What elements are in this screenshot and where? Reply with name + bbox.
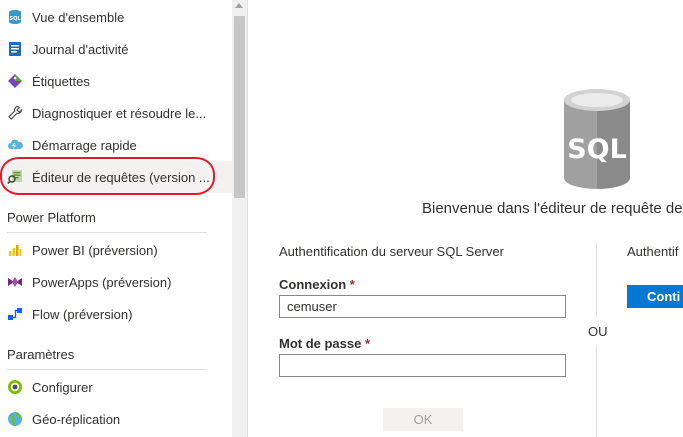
globe-icon [7, 411, 23, 427]
wrench-icon [7, 105, 23, 121]
required-marker: * [364, 336, 371, 351]
resource-menu: SQL Vue d'ensemble Journal d'activité Ét… [0, 0, 232, 437]
nav-item-label: Diagnostiquer et résoudre le... [32, 105, 207, 121]
sql-auth-title: Authentification du serveur SQL Server [279, 244, 504, 259]
section-title-settings: Paramètres [7, 347, 75, 362]
nav-scrollbar[interactable] [232, 0, 247, 437]
nav-item-tags[interactable]: Étiquettes [0, 65, 232, 97]
nav-item-activity-log[interactable]: Journal d'activité [0, 33, 232, 65]
password-input[interactable] [279, 354, 566, 377]
scroll-up-arrow-icon[interactable] [235, 3, 243, 8]
nav-item-label: Vue d'ensemble [32, 9, 125, 25]
scroll-thumb[interactable] [234, 16, 245, 198]
section-title-power-platform: Power Platform [7, 210, 96, 225]
nav-item-quickstart[interactable]: Démarrage rapide [0, 129, 232, 161]
login-input[interactable] [279, 295, 566, 318]
nav-item-label: Power BI (préversion) [32, 242, 158, 258]
login-label: Connexion * [279, 277, 355, 292]
nav-item-label: Éditeur de requêtes (version ... [32, 169, 210, 185]
nav-item-label: PowerApps (préversion) [32, 274, 172, 290]
nav-item-label: Configurer [32, 379, 93, 395]
query-editor-pane: SQL Bienvenue dans l'éditeur de requête … [248, 0, 683, 437]
nav-item-flow[interactable]: Flow (préversion) [0, 298, 232, 330]
nav-item-powerapps[interactable]: PowerApps (préversion) [0, 266, 232, 298]
nav-item-power-bi[interactable]: Power BI (préversion) [0, 234, 232, 266]
or-divider [596, 345, 597, 437]
ok-button[interactable]: OK [383, 408, 463, 431]
login-label-text: Connexion [279, 277, 347, 292]
svg-text:SQL: SQL [9, 16, 21, 22]
welcome-text: Bienvenue dans l'éditeur de requête de [422, 200, 683, 217]
or-separator-text: OU [588, 324, 608, 339]
nav-item-diagnose[interactable]: Diagnostiquer et résoudre le... [0, 97, 232, 129]
section-divider [7, 232, 207, 233]
continue-button[interactable]: Conti [627, 285, 683, 308]
required-marker: * [349, 277, 355, 292]
configure-icon [7, 379, 23, 395]
nav-item-query-editor[interactable]: Éditeur de requêtes (version ... [0, 161, 232, 193]
tag-icon [7, 73, 23, 89]
sql-database-icon: SQL [7, 9, 23, 25]
or-divider [596, 243, 597, 317]
aad-auth-title: Authentif [627, 244, 679, 259]
password-label: Mot de passe * [279, 336, 370, 351]
nav-item-label: Flow (préversion) [32, 306, 133, 322]
section-divider [7, 369, 207, 370]
password-label-text: Mot de passe [279, 336, 362, 351]
nav-item-configure[interactable]: Configurer [0, 371, 232, 403]
query-editor-icon [7, 169, 23, 185]
sql-database-illustration: SQL [564, 89, 630, 189]
nav-item-label: Étiquettes [32, 73, 90, 89]
nav-item-overview[interactable]: SQL Vue d'ensemble [0, 1, 232, 33]
activity-log-icon [7, 41, 23, 57]
nav-item-label: Démarrage rapide [32, 137, 137, 153]
nav-item-label: Géo-réplication [32, 411, 121, 427]
cloud-quickstart-icon [7, 137, 23, 153]
flow-icon [7, 306, 23, 322]
sql-illustration-label: SQL [567, 134, 627, 165]
nav-item-geo-replication[interactable]: Géo-réplication [0, 403, 232, 435]
nav-item-label: Journal d'activité [32, 41, 129, 57]
power-bi-icon [7, 242, 23, 258]
powerapps-icon [7, 274, 23, 290]
